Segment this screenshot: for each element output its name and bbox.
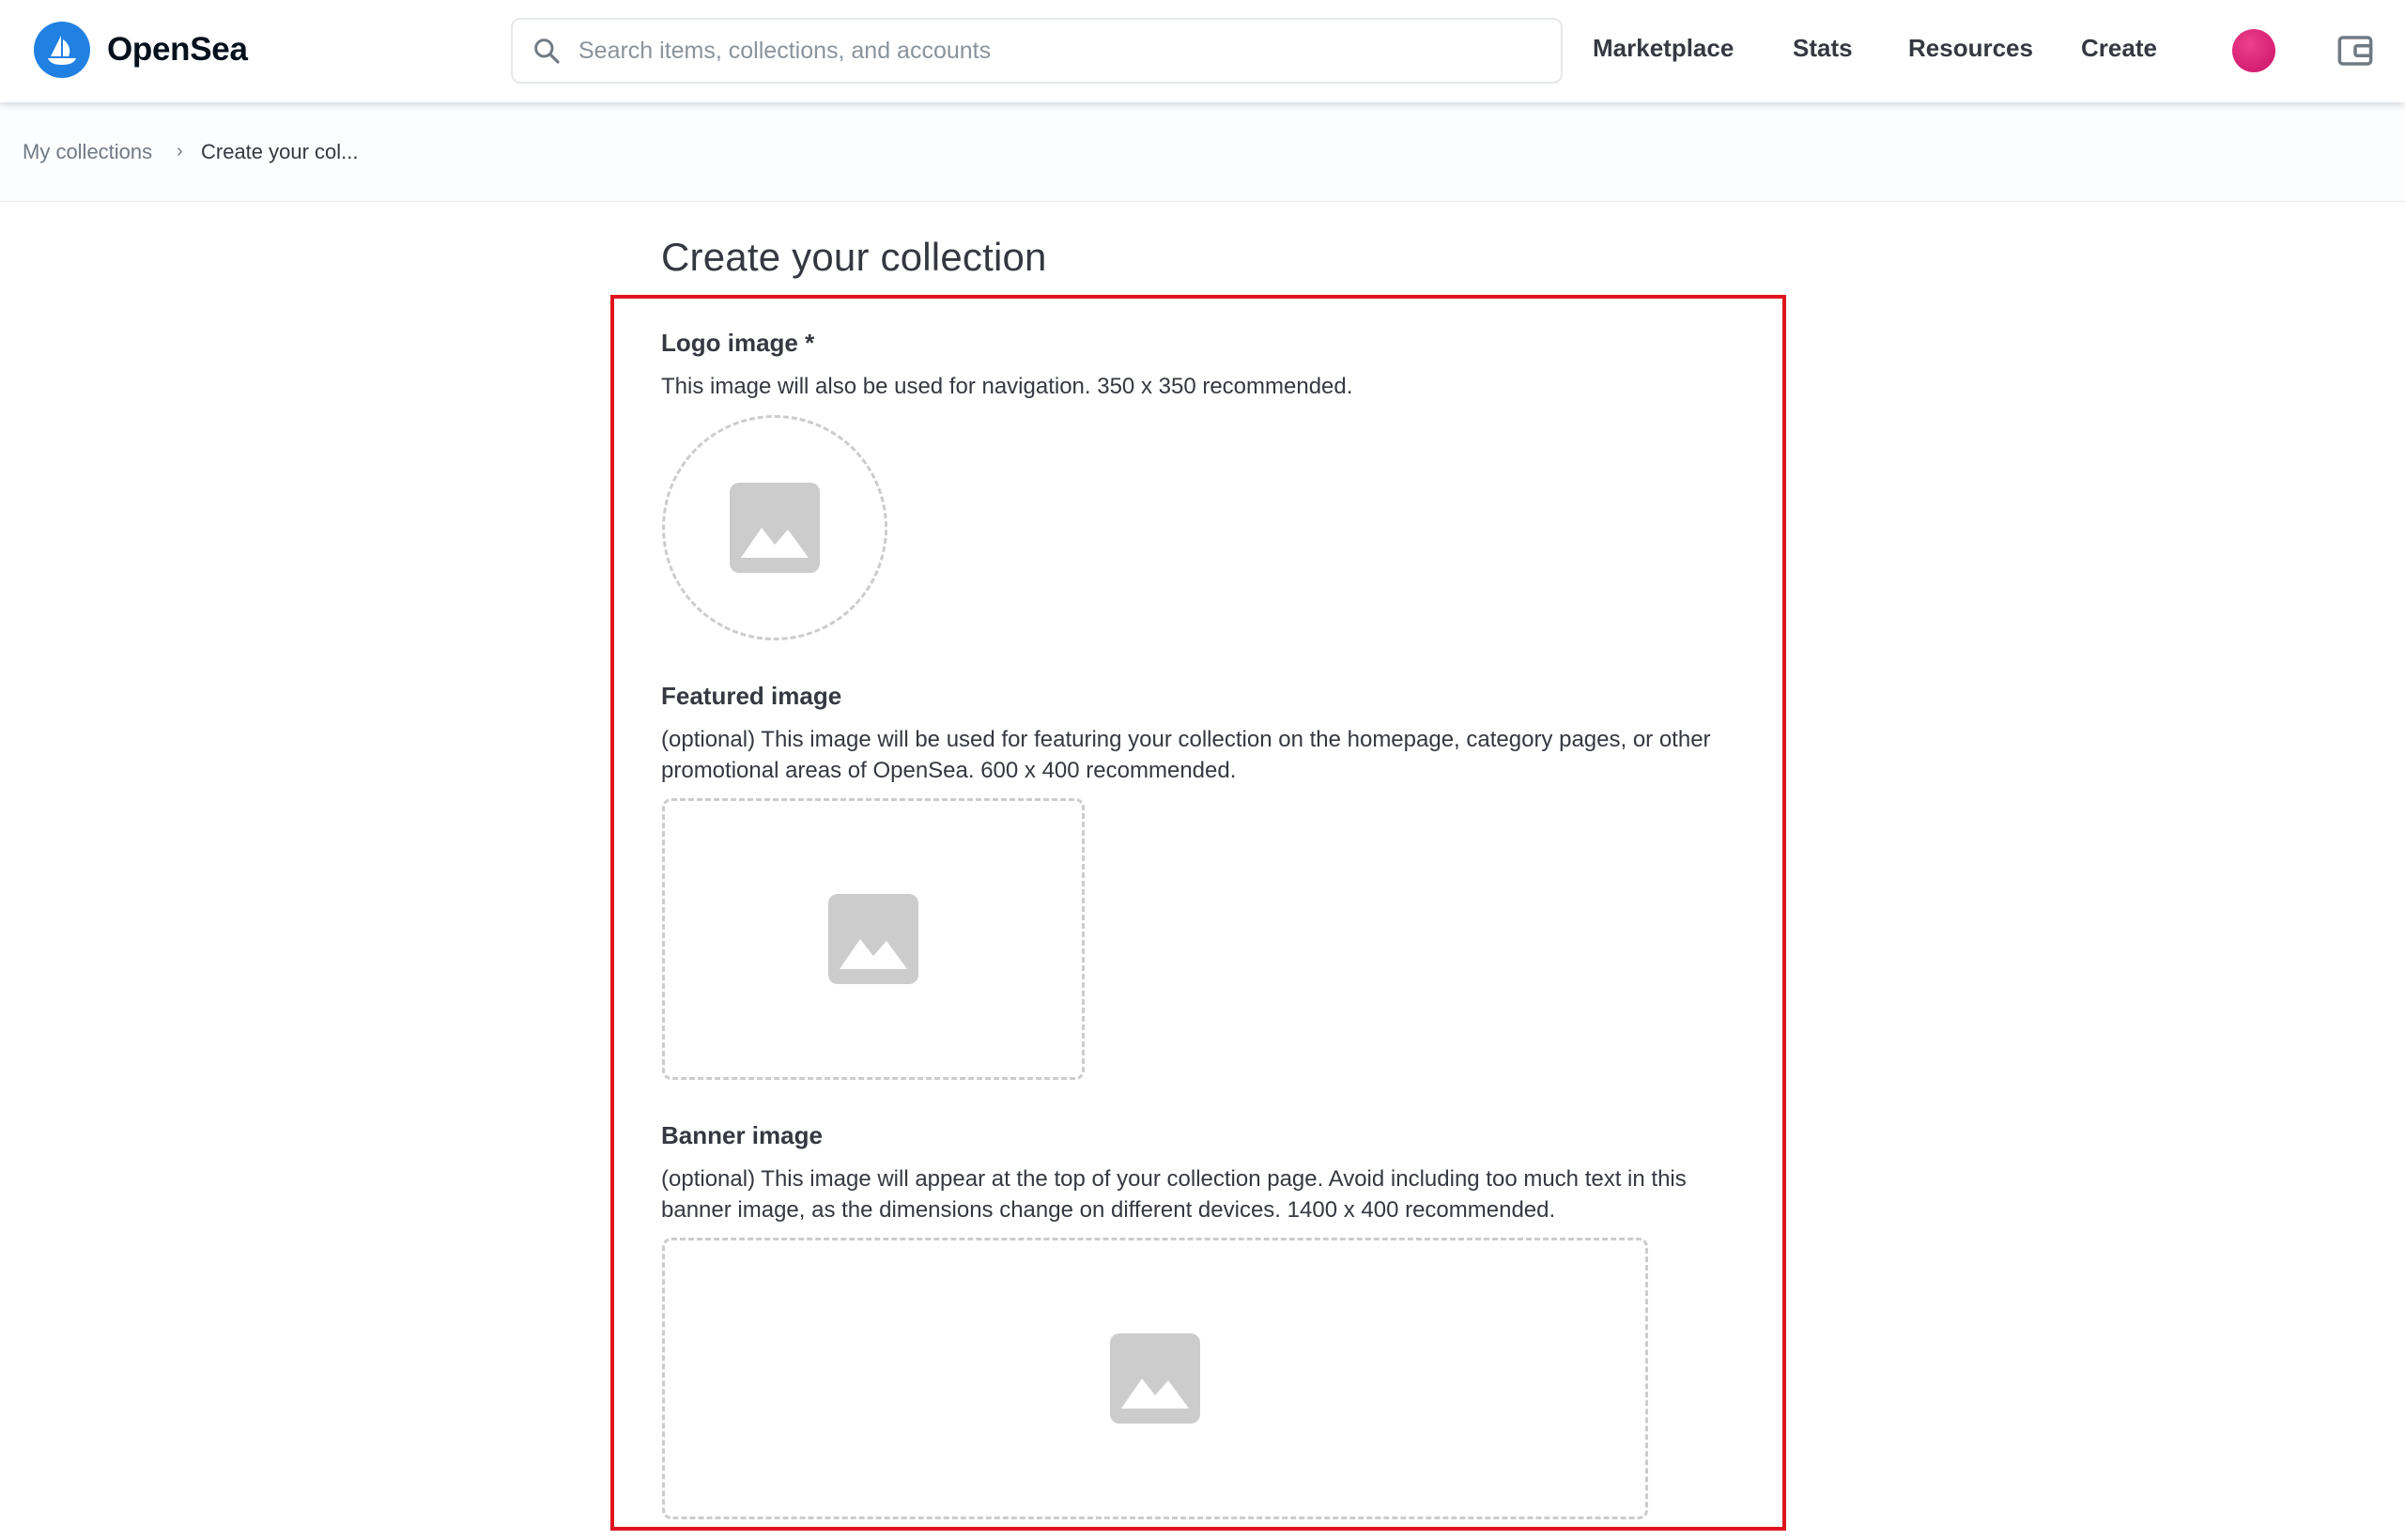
logo-image-description: This image will also be used for navigat… bbox=[661, 374, 1353, 399]
nav-stats[interactable]: Stats bbox=[1793, 34, 1853, 63]
brand-name: OpenSea bbox=[107, 31, 248, 68]
banner-image-description: (optional) This image will appear at the… bbox=[661, 1166, 1687, 1223]
image-placeholder-icon bbox=[730, 483, 820, 573]
nav-marketplace[interactable]: Marketplace bbox=[1593, 34, 1734, 63]
featured-image-description: (optional) This image will be used for f… bbox=[661, 727, 1711, 783]
opensea-logo-icon bbox=[34, 22, 90, 78]
breadcrumb-current: Create your col... bbox=[201, 140, 359, 163]
banner-image-label: Banner image bbox=[661, 1121, 823, 1149]
breadcrumb: My collections › Create your col... bbox=[0, 102, 2405, 202]
top-navbar: OpenSea Marketplace Stats Resources Crea… bbox=[0, 0, 2405, 102]
logo-image-upload[interactable] bbox=[662, 415, 887, 640]
breadcrumb-my-collections[interactable]: My collections bbox=[23, 140, 152, 164]
nav-resources[interactable]: Resources bbox=[1908, 34, 2033, 63]
logo-image-label: Logo image * bbox=[661, 329, 815, 357]
image-placeholder-icon bbox=[828, 894, 918, 984]
brand-logo-link[interactable]: OpenSea bbox=[34, 22, 248, 78]
search-box[interactable] bbox=[511, 18, 1563, 84]
image-placeholder-icon bbox=[1110, 1333, 1200, 1424]
page-title: Create your collection bbox=[661, 235, 1047, 279]
nav-create[interactable]: Create bbox=[2081, 34, 2157, 63]
search-input[interactable] bbox=[578, 37, 1518, 65]
banner-image-upload[interactable] bbox=[662, 1238, 1648, 1519]
search-icon bbox=[534, 38, 560, 64]
wallet-icon[interactable] bbox=[2336, 31, 2375, 70]
featured-image-label: Featured image bbox=[661, 682, 842, 710]
breadcrumb-separator: › bbox=[177, 141, 183, 162]
featured-image-upload[interactable] bbox=[662, 798, 1085, 1080]
profile-avatar[interactable] bbox=[2232, 29, 2275, 72]
